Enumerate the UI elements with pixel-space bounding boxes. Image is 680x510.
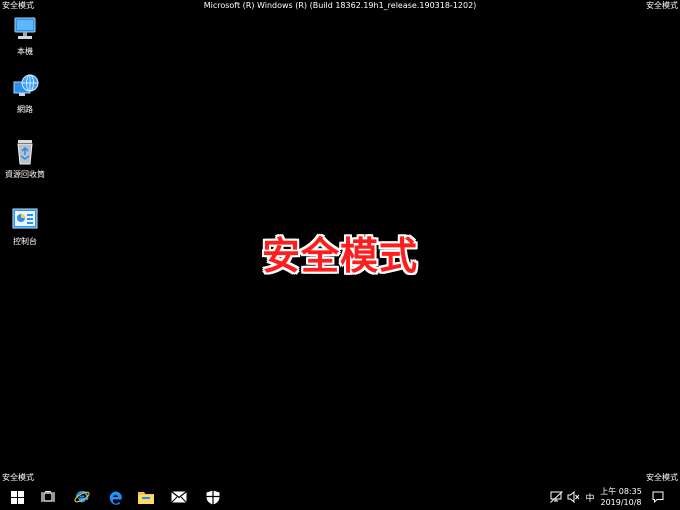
desktop-icon-label: 網路 <box>17 105 33 114</box>
safe-mode-title: 安全模式 <box>261 234 418 278</box>
notification-icon <box>652 491 664 503</box>
safe-mode-label-bottom-right: 安全模式 <box>646 473 678 482</box>
computer-icon <box>10 14 40 44</box>
recycle-bin-icon <box>10 137 40 167</box>
internet-explorer-icon <box>73 490 90 503</box>
edge-icon <box>109 491 122 505</box>
desktop-icon-network[interactable]: 網路 <box>3 72 47 115</box>
clock[interactable]: 上午 08:35 2019/10/8 <box>598 486 644 508</box>
mail-button[interactable] <box>162 484 195 510</box>
file-explorer-button[interactable] <box>129 484 162 510</box>
ime-indicator[interactable]: 中 <box>584 484 596 510</box>
desktop-icon-label: 資源回收筒 <box>5 170 45 179</box>
volume-muted-icon <box>567 491 579 503</box>
mail-icon <box>170 491 187 503</box>
taskbar: 中 上午 08:35 2019/10/8 <box>0 484 680 510</box>
folder-icon <box>137 491 154 504</box>
desktop-icon-this-pc[interactable]: 本機 <box>3 14 47 57</box>
desktop-icon-recycle-bin[interactable]: 資源回收筒 <box>3 137 47 180</box>
security-button[interactable] <box>196 484 229 510</box>
safe-mode-label-top-right: 安全模式 <box>646 1 678 10</box>
action-center-button[interactable] <box>650 484 666 510</box>
edge-button[interactable] <box>99 484 132 510</box>
clock-date: 2019/10/8 <box>600 498 642 507</box>
internet-explorer-button[interactable] <box>65 484 98 510</box>
safe-mode-label-bottom-left: 安全模式 <box>2 473 34 482</box>
build-info: Microsoft (R) Windows (R) (Build 18362.1… <box>203 1 477 10</box>
task-view-button[interactable] <box>31 484 64 510</box>
network-tray-button[interactable] <box>549 484 563 510</box>
network-icon <box>10 72 40 102</box>
network-disconnected-icon <box>549 491 563 503</box>
task-view-icon <box>40 491 55 502</box>
shield-icon <box>206 490 219 504</box>
volume-tray-button[interactable] <box>566 484 580 510</box>
clock-time: 上午 08:35 <box>600 487 642 496</box>
start-button[interactable] <box>1 484 34 510</box>
windows-start-icon <box>11 490 24 504</box>
desktop-icon-label: 本機 <box>17 47 33 56</box>
